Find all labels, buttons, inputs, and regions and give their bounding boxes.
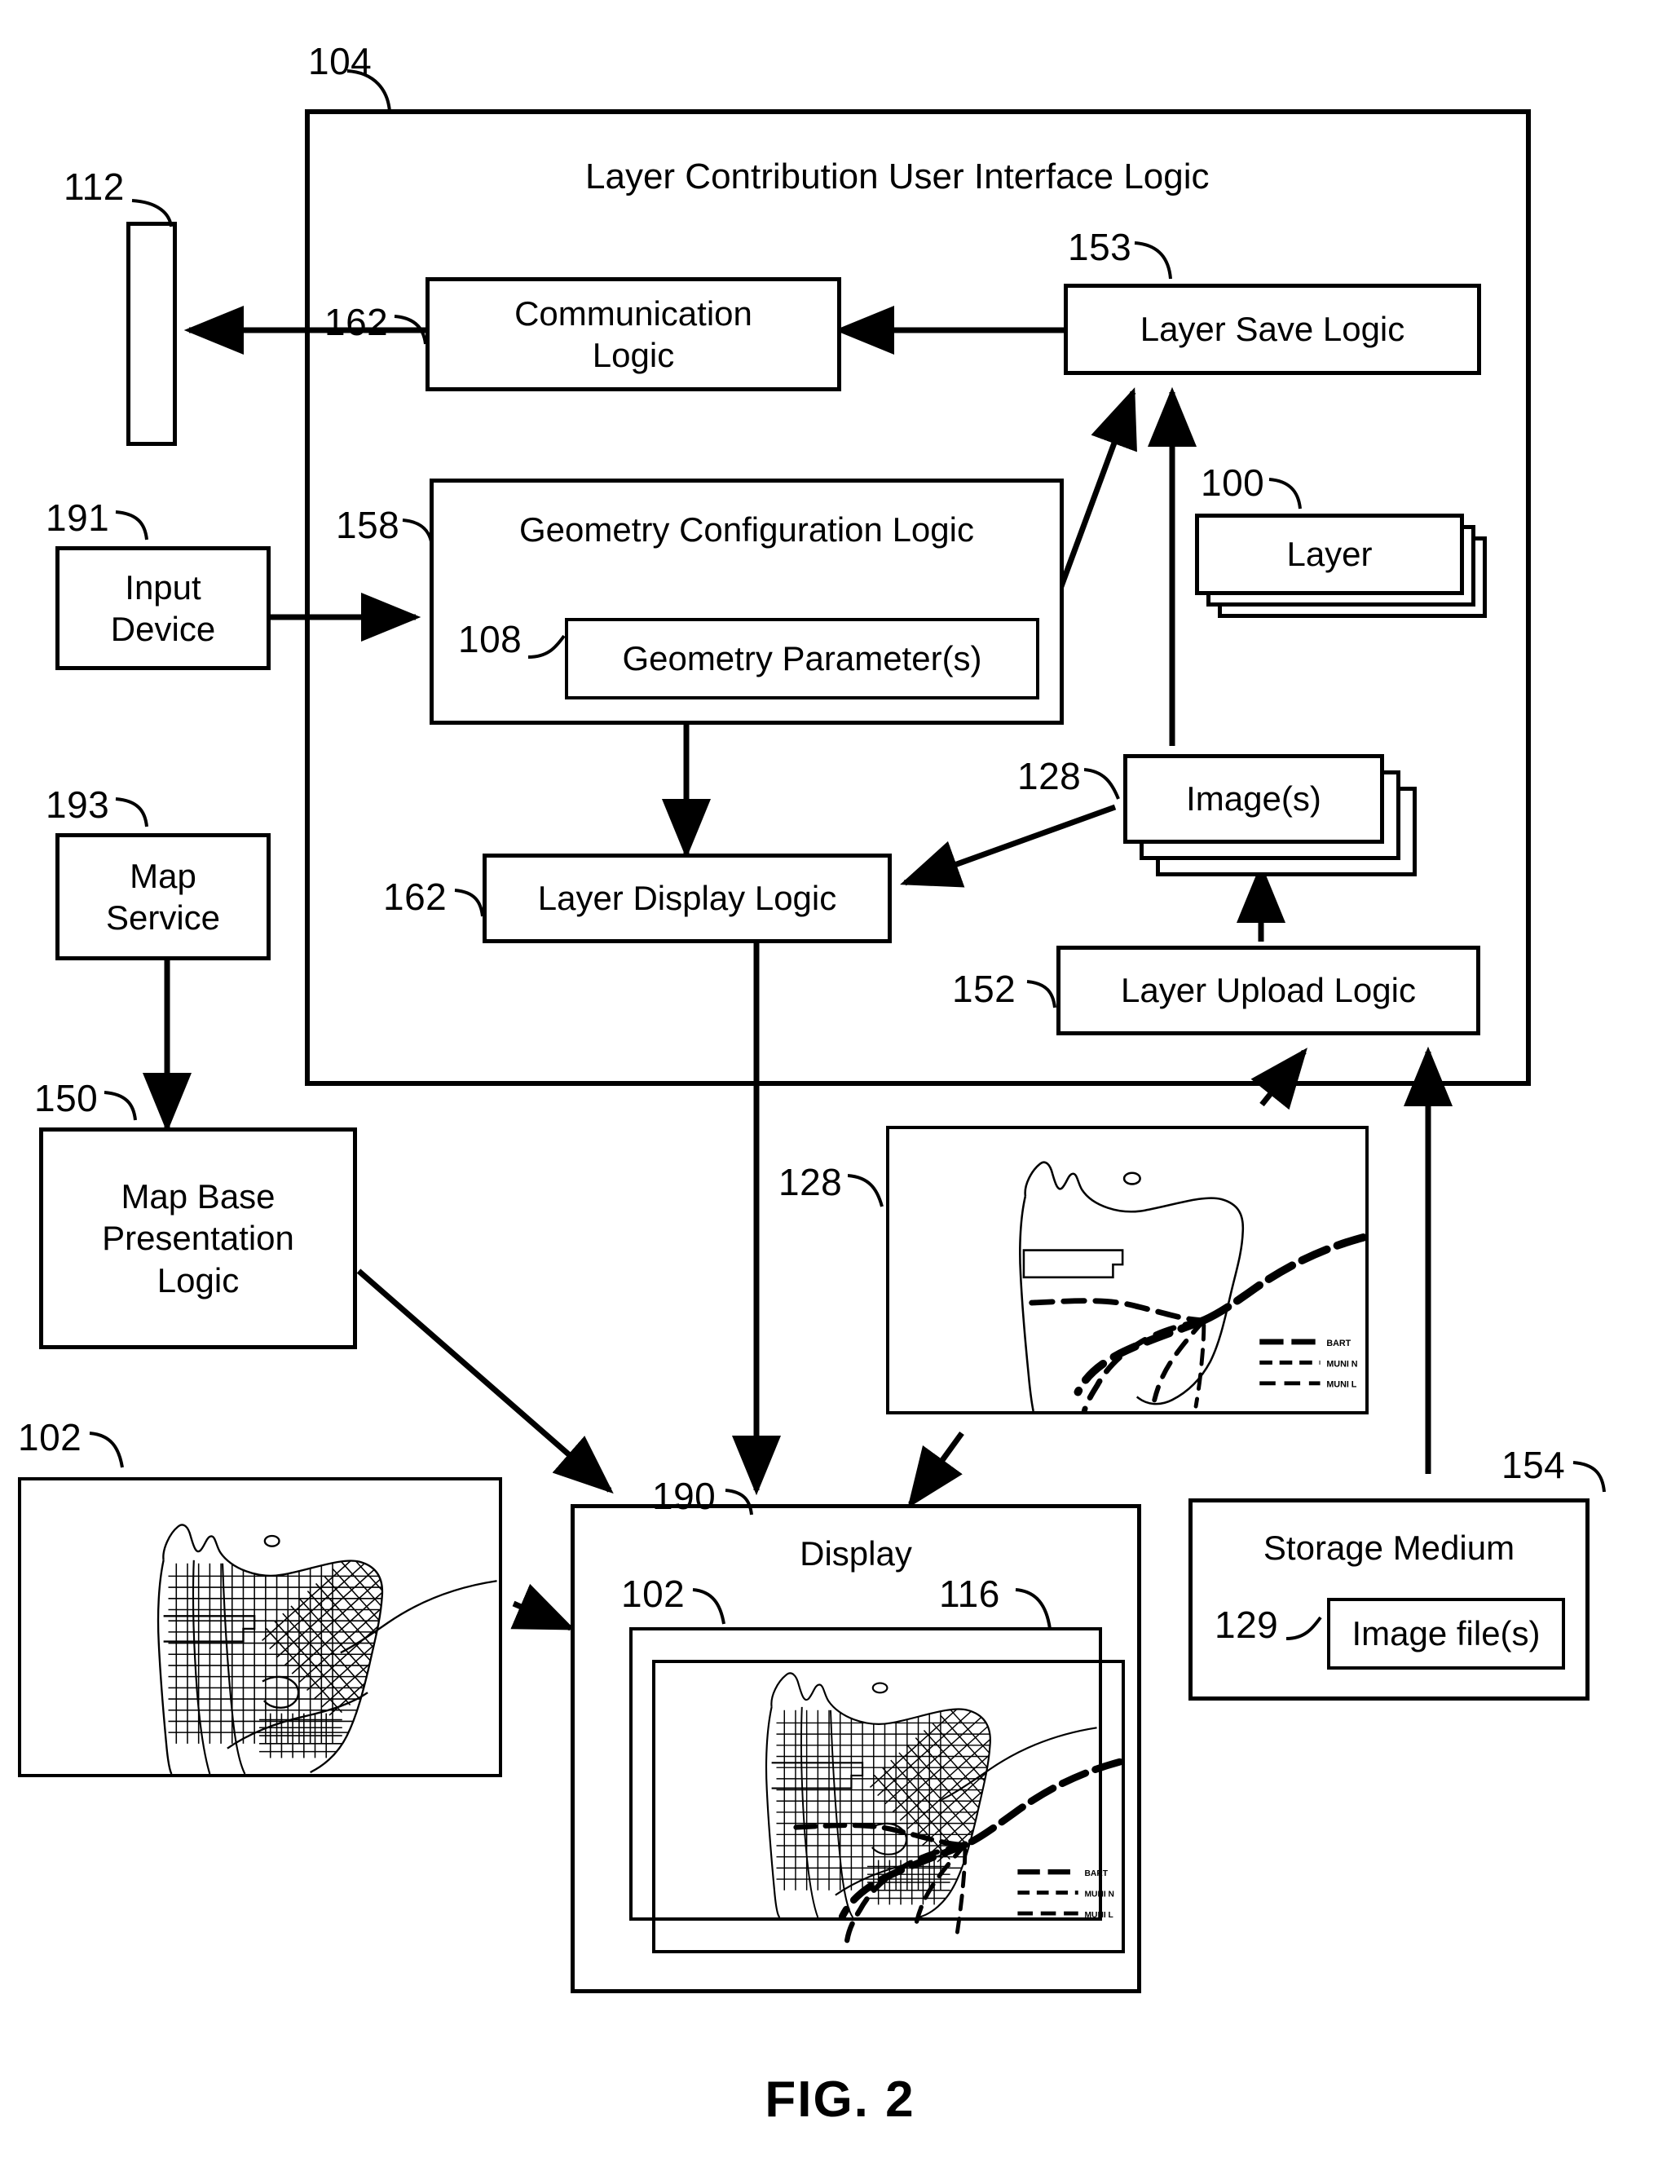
leader-154: [1572, 1461, 1606, 1493]
patent-figure-2: 104 Layer Contribution User Interface Lo…: [0, 0, 1680, 2184]
map-base-presentation-logic-label-line2: Presentation: [102, 1219, 294, 1258]
leader-191: [115, 510, 148, 540]
leader-102-display-map-base: [692, 1588, 725, 1625]
leader-104: [346, 69, 391, 113]
map-service-label-line1: Map: [130, 856, 196, 895]
leader-112: [131, 199, 173, 227]
ref-150: 150: [34, 1077, 99, 1119]
svg-text:BART: BART: [1326, 1339, 1351, 1348]
leader-193: [115, 797, 148, 827]
figure-caption: FIG. 2: [765, 2071, 915, 2128]
ref-129: 129: [1215, 1604, 1279, 1646]
image-card-front: Image(s): [1123, 754, 1384, 844]
ref-128-image-stack: 128: [1017, 755, 1082, 797]
svg-text:BART: BART: [1085, 1869, 1109, 1878]
svg-text:MUNI N: MUNI N: [1085, 1890, 1114, 1899]
ref-193: 193: [46, 783, 110, 826]
ref-152: 152: [952, 968, 1016, 1010]
svg-text:MUNI L: MUNI L: [1085, 1911, 1113, 1920]
leader-108: [528, 634, 566, 659]
layer-label: Layer: [1286, 535, 1373, 573]
ref-116: 116: [939, 1573, 1000, 1615]
layer-image-thumbnail: BART MUNI N MUNI L: [886, 1126, 1369, 1414]
layer-image-svg: BART MUNI N MUNI L: [1019, 1161, 1365, 1411]
ref-191: 191: [46, 496, 110, 539]
layer-stack: Layer: [1195, 514, 1505, 628]
communication-logic-label-line1: Communication: [514, 293, 752, 333]
network-block: [126, 222, 177, 446]
leader-102-map-base: [89, 1432, 124, 1468]
ref-128-layer-image: 128: [778, 1161, 843, 1203]
image-stack: Image(s): [1123, 754, 1449, 885]
map-service-label-line2: Service: [105, 898, 221, 937]
ref-158: 158: [336, 504, 400, 546]
image-files-label: Image file(s): [1351, 1614, 1541, 1653]
display-layer-svg: BART MUNI N MUNI L: [793, 1758, 1122, 1944]
communication-logic-label-line2: Logic: [592, 336, 675, 374]
input-device-label-line2: Device: [110, 610, 216, 648]
display-layer-frame: BART MUNI N MUNI L: [652, 1660, 1125, 1953]
geometry-parameters-block: Geometry Parameter(s): [565, 618, 1039, 699]
layer-save-logic-label: Layer Save Logic: [1140, 310, 1405, 349]
image-files-block: Image file(s): [1327, 1598, 1565, 1670]
display-label: Display: [800, 1534, 912, 1573]
layer-upload-logic-block: Layer Upload Logic: [1056, 946, 1480, 1035]
map-base-presentation-logic-block: Map Base Presentation Logic: [39, 1127, 357, 1349]
leader-128-image-stack: [1084, 768, 1120, 800]
ref-162-display: 162: [383, 876, 448, 918]
leader-100: [1268, 478, 1302, 510]
layer-card-front: Layer: [1195, 514, 1464, 595]
layer-save-logic-block: Layer Save Logic: [1064, 284, 1481, 375]
storage-medium-label: Storage Medium: [1263, 1529, 1515, 1567]
leader-150: [104, 1091, 137, 1121]
layer-display-logic-label: Layer Display Logic: [537, 879, 837, 918]
svg-text:MUNI L: MUNI L: [1326, 1380, 1356, 1390]
image-label: Image(s): [1186, 779, 1321, 818]
input-device-block: Input Device: [55, 546, 271, 670]
ref-102-display-map-base: 102: [621, 1573, 686, 1615]
leader-128-layer-image: [848, 1174, 884, 1207]
leader-190: [725, 1489, 753, 1516]
map-base-image-svg: [157, 1524, 497, 1774]
map-service-block: Map Service: [55, 833, 271, 960]
ref-190: 190: [652, 1475, 717, 1517]
ref-108: 108: [458, 618, 523, 660]
leader-116: [1015, 1588, 1052, 1630]
map-base-presentation-logic-label-line1: Map Base: [121, 1177, 276, 1216]
leader-158: [402, 518, 434, 547]
leader-129: [1286, 1616, 1322, 1640]
geometry-configuration-logic-label: Geometry Configuration Logic: [519, 510, 974, 549]
leader-162-display: [454, 889, 484, 917]
ref-100: 100: [1201, 461, 1265, 504]
leader-162-communication: [394, 315, 427, 345]
ref-162-communication: 162: [324, 301, 389, 343]
container-title: Layer Contribution User Interface Logic: [585, 157, 1210, 196]
ref-153: 153: [1068, 226, 1132, 268]
layer-display-logic-block: Layer Display Logic: [483, 854, 892, 943]
map-base-presentation-logic-label-line3: Logic: [157, 1260, 240, 1299]
ref-112: 112: [64, 165, 125, 208]
layer-upload-logic-label: Layer Upload Logic: [1121, 971, 1416, 1010]
ref-154: 154: [1501, 1444, 1566, 1486]
ref-102-map-base: 102: [18, 1416, 82, 1458]
svg-text:MUNI N: MUNI N: [1326, 1359, 1357, 1369]
communication-logic-block: Communication Logic: [426, 277, 841, 391]
geometry-parameters-label: Geometry Parameter(s): [622, 639, 982, 678]
leader-152: [1026, 980, 1056, 1008]
leader-153: [1134, 241, 1172, 280]
input-device-label-line1: Input: [125, 567, 201, 607]
map-base-image-thumbnail: [18, 1477, 502, 1777]
